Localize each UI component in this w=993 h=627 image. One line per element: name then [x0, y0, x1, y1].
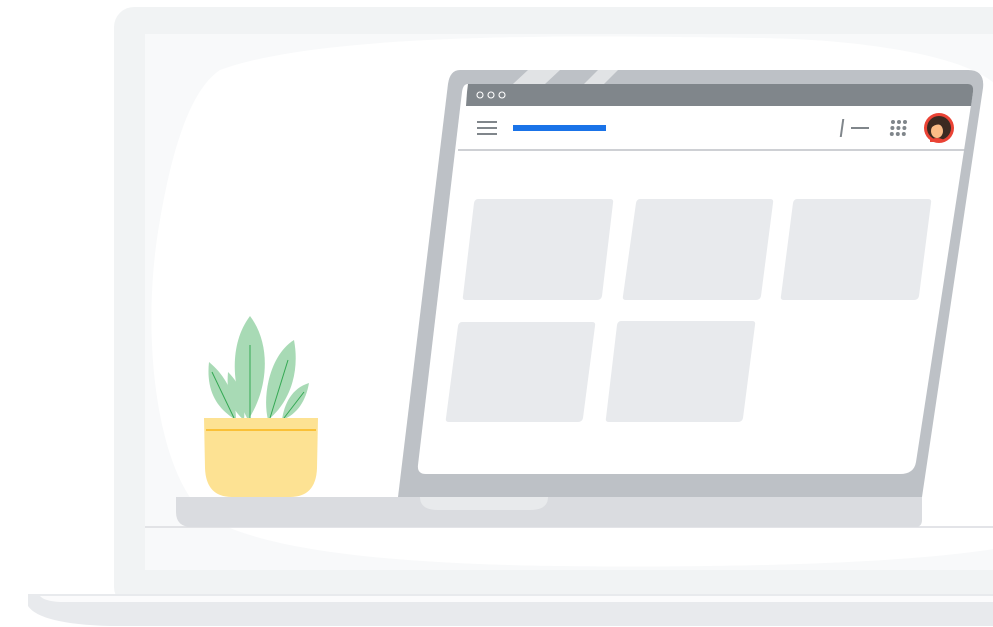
- outer-laptop-base-highlight: [40, 596, 993, 602]
- illustration-stage: [0, 0, 993, 627]
- content-card[interactable]: [445, 322, 596, 422]
- account-avatar-icon[interactable]: [924, 113, 954, 143]
- apps-grid-dot: [891, 120, 895, 124]
- inner-laptop-base-notch: [420, 497, 548, 510]
- apps-grid-dot: [895, 132, 900, 136]
- apps-grid-icon[interactable]: [889, 120, 907, 136]
- content-card[interactable]: [622, 199, 774, 300]
- browser-titlebar: [466, 84, 974, 106]
- apps-grid-dot: [889, 132, 894, 136]
- apps-grid-dot: [896, 126, 901, 130]
- apps-grid-dot: [897, 120, 901, 124]
- content-card[interactable]: [605, 321, 756, 422]
- laptop-illustration: [28, 7, 993, 626]
- content-card[interactable]: [780, 199, 932, 300]
- page-title-placeholder-bar: [513, 125, 606, 131]
- apps-grid-dot: [890, 126, 895, 130]
- apps-grid-dot: [902, 126, 907, 130]
- apps-grid-dot: [901, 132, 906, 136]
- inner-laptop-base: [176, 497, 922, 527]
- content-card[interactable]: [462, 199, 614, 300]
- apps-grid-dot: [903, 120, 907, 124]
